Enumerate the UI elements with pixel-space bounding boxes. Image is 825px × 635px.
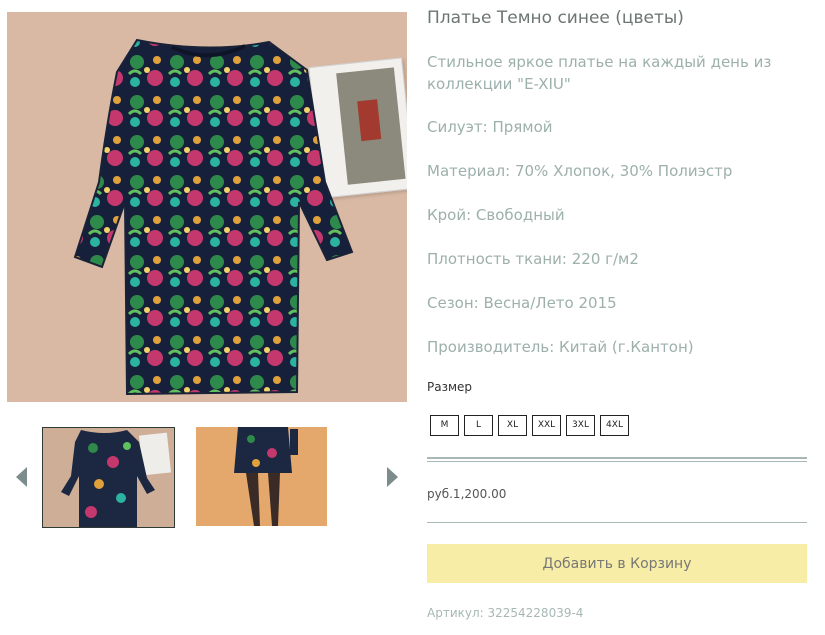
main-product-image[interactable] [7,12,407,402]
product-description: Стильное яркое платье на каждый день из … [427,53,772,93]
spec-density: Плотность ткани: 220 г/м2 [427,250,639,268]
dress-thumbnail-illustration [43,428,174,527]
divider-double [427,457,807,462]
spec-material: Материал: 70% Хлопок, 30% Полиэстр [427,162,733,180]
spec-cut: Крой: Свободный [427,206,565,224]
size-option-3xl[interactable]: 3XL [566,415,595,436]
thumbnail-strip [7,420,407,530]
divider-single [427,522,807,523]
thumbnail-dress-front[interactable] [42,427,175,528]
size-option-m[interactable]: M [430,415,459,436]
size-option-xl[interactable]: XL [498,415,527,436]
triangle-right-icon[interactable] [387,467,398,487]
size-label: Размер [427,380,473,394]
dress-illustration [73,38,354,396]
product-price: руб.1,200.00 [427,487,507,501]
add-to-cart-button[interactable]: Добавить в Корзину [427,544,807,583]
spec-season: Сезон: Весна/Лето 2015 [427,294,617,312]
thumbnail-model-wearing[interactable] [196,427,327,526]
size-option-4xl[interactable]: 4XL [600,415,629,436]
product-sku: Артикул: 32254228039-4 [427,606,584,620]
triangle-left-icon[interactable] [16,467,27,487]
size-option-xxl[interactable]: XXL [532,415,561,436]
product-title: Платье Темно синее (цветы) [427,8,684,28]
spec-silhouette: Силуэт: Прямой [427,118,553,136]
spec-manufacturer: Производитель: Китай (г.Кантон) [427,338,694,356]
model-thumbnail-illustration [196,427,327,526]
size-option-l[interactable]: L [464,415,493,436]
